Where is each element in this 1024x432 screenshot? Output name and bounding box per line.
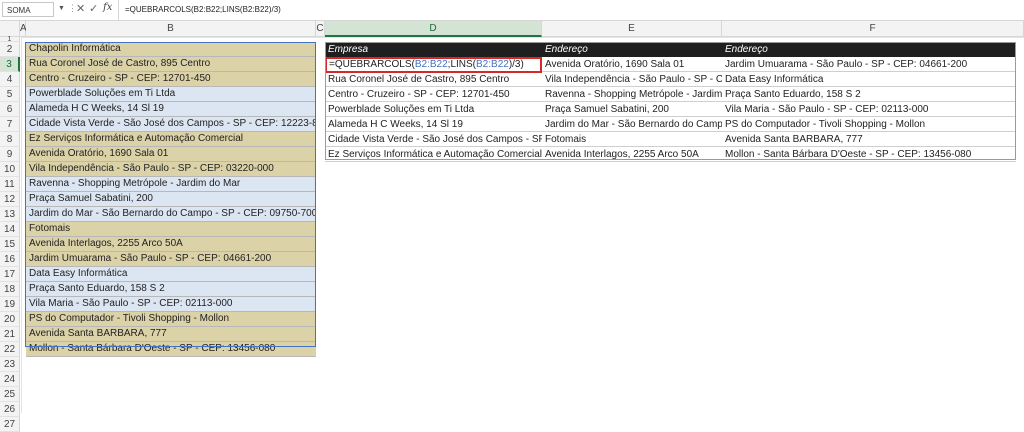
active-cell-d3[interactable]: =QUEBRARCOLS(B2:B22;LINS(B2:B22)/3) bbox=[325, 57, 542, 73]
table-cell-col_d[interactable]: Ez Serviços Informática e Automação Come… bbox=[325, 147, 542, 162]
column-header-e[interactable]: E bbox=[542, 21, 722, 37]
column-b-cell[interactable]: Praça Samuel Sabatini, 200 bbox=[26, 192, 316, 207]
row-header-23[interactable]: 23 bbox=[0, 357, 20, 372]
column-b-cell[interactable]: Vila Independência - São Paulo - SP - CE… bbox=[26, 162, 316, 177]
table-header-endereco-1: Endereço bbox=[542, 42, 722, 57]
row-header-17[interactable]: 17 bbox=[0, 267, 20, 282]
row-header-9[interactable]: 9 bbox=[0, 147, 20, 162]
name-box-dropdown-icon[interactable]: ▼ bbox=[58, 5, 65, 12]
formula-suffix: )/3) bbox=[508, 59, 524, 70]
row-header-5[interactable]: 5 bbox=[0, 87, 20, 102]
table-cell-col_e[interactable]: Praça Samuel Sabatini, 200 bbox=[542, 102, 722, 117]
row-header-20[interactable]: 20 bbox=[0, 312, 20, 327]
column-header-b[interactable]: B bbox=[26, 21, 316, 37]
table-cell-col_d[interactable]: Cidade Vista Verde - São José dos Campos… bbox=[325, 132, 542, 147]
row-header-7[interactable]: 7 bbox=[0, 117, 20, 132]
column-b-cell[interactable]: Ravenna - Shopping Metrópole - Jardim do… bbox=[26, 177, 316, 192]
insert-function-icon[interactable]: fx bbox=[103, 2, 112, 13]
column-b-cell[interactable]: Avenida Interlagos, 2255 Arco 50A bbox=[26, 237, 316, 252]
table-cell-col_d[interactable]: Powerblade Soluções em Ti Ltda bbox=[325, 102, 542, 117]
column-b-cell[interactable]: Powerblade Soluções em Ti Ltda bbox=[26, 87, 316, 102]
table-cell-col_e[interactable]: Fotomais bbox=[542, 132, 722, 147]
row-header-11[interactable]: 11 bbox=[0, 177, 20, 192]
row-header-22[interactable]: 22 bbox=[0, 342, 20, 357]
column-b-cell[interactable]: Data Easy Informática bbox=[26, 267, 316, 282]
formula-mid: ;LINS( bbox=[447, 59, 477, 70]
column-b-cell[interactable]: Jardim Umuarama - São Paulo - SP - CEP: … bbox=[26, 252, 316, 267]
select-all-corner[interactable] bbox=[0, 21, 20, 37]
row-header-12[interactable]: 12 bbox=[0, 192, 20, 207]
column-b-cell[interactable]: Praça Santo Eduardo, 158 S 2 bbox=[26, 282, 316, 297]
column-b-cell[interactable]: Avenida Oratório, 1690 Sala 01 bbox=[26, 147, 316, 162]
table-cell-col_e[interactable]: Avenida Oratório, 1690 Sala 01 bbox=[542, 57, 722, 72]
column-b-cell[interactable]: Cidade Vista Verde - São José dos Campos… bbox=[26, 117, 316, 132]
row-header-19[interactable]: 19 bbox=[0, 297, 20, 312]
column-b-cell[interactable]: Chapolin Informática bbox=[26, 42, 316, 57]
column-b-cell[interactable]: Ez Serviços Informática e Automação Come… bbox=[26, 132, 316, 147]
row-header-8[interactable]: 8 bbox=[0, 132, 20, 147]
column-b-cell[interactable]: PS do Computador - Tivoli Shopping - Mol… bbox=[26, 312, 316, 327]
table-cell-col_f[interactable]: Mollon - Santa Bárbara D'Oeste - SP - CE… bbox=[722, 147, 1016, 162]
column-b-cell[interactable]: Rua Coronel José de Castro, 895 Centro bbox=[26, 57, 316, 72]
confirm-icon[interactable]: ✓ bbox=[89, 2, 98, 15]
table-cell-col_d[interactable]: Centro - Cruzeiro - SP - CEP: 12701-450 bbox=[325, 87, 542, 102]
formula-input[interactable]: =QUEBRARCOLS(B2:B22;LINS(B2:B22)/3) bbox=[118, 0, 1024, 20]
row-header-24[interactable]: 24 bbox=[0, 372, 20, 387]
column-b-cell[interactable]: Alameda H C Weeks, 14 Sl 19 bbox=[26, 102, 316, 117]
formula-ref-1: B2:B22 bbox=[414, 59, 448, 70]
column-b-cell[interactable]: Centro - Cruzeiro - SP - CEP: 12701-450 bbox=[26, 72, 316, 87]
column-header-c[interactable]: C bbox=[316, 21, 325, 37]
table-cell-col_d[interactable]: Alameda H C Weeks, 14 Sl 19 bbox=[325, 117, 542, 132]
row-header-16[interactable]: 16 bbox=[0, 252, 20, 267]
column-b-cell[interactable]: Avenida Santa BARBARA, 777 bbox=[26, 327, 316, 342]
row-header-10[interactable]: 10 bbox=[0, 162, 20, 177]
table-cell-col_e[interactable]: Avenida Interlagos, 2255 Arco 50A bbox=[542, 147, 722, 162]
table-cell-col_f[interactable]: Jardim Umuarama - São Paulo - SP - CEP: … bbox=[722, 57, 1016, 72]
table-cell-col_e[interactable]: Jardim do Mar - São Bernardo do Campo bbox=[542, 117, 722, 132]
table-cell-col_f[interactable]: Vila Maria - São Paulo - SP - CEP: 02113… bbox=[722, 102, 1016, 117]
table-cell-col_f[interactable]: PS do Computador - Tivoli Shopping - Mol… bbox=[722, 117, 1016, 132]
column-b-cell[interactable]: Fotomais bbox=[26, 222, 316, 237]
row-header-15[interactable]: 15 bbox=[0, 237, 20, 252]
formula-bar: SOMA ▼ ⋮ ✕ ✓ fx =QUEBRARCOLS(B2:B22;LINS… bbox=[0, 0, 1024, 21]
row-header-27[interactable]: 27 bbox=[0, 417, 20, 432]
row-header-4[interactable]: 4 bbox=[0, 72, 20, 87]
column-b-cell[interactable]: Jardim do Mar - São Bernardo do Campo - … bbox=[26, 207, 316, 222]
formula-ref-2: B2:B22 bbox=[476, 59, 509, 70]
formula-prefix: =QUEBRARCOLS( bbox=[329, 59, 415, 70]
table-header-empresa: Empresa bbox=[325, 42, 542, 57]
row-header-25[interactable]: 25 bbox=[0, 387, 20, 402]
table-cell-col_f[interactable]: Data Easy Informática bbox=[722, 72, 1016, 87]
name-box[interactable]: SOMA bbox=[2, 2, 54, 17]
row-header-2[interactable]: 2 bbox=[0, 42, 20, 57]
table-cell-col_e[interactable]: Vila Independência - São Paulo - SP - CE… bbox=[542, 72, 722, 87]
table-cell-col_e[interactable]: Ravenna - Shopping Metrópole - Jardim d bbox=[542, 87, 722, 102]
row-header-21[interactable]: 21 bbox=[0, 327, 20, 342]
cancel-icon[interactable]: ✕ bbox=[76, 2, 85, 15]
row-header-14[interactable]: 14 bbox=[0, 222, 20, 237]
row-header-6[interactable]: 6 bbox=[0, 102, 20, 117]
row-header-13[interactable]: 13 bbox=[0, 207, 20, 222]
column-b-cell[interactable]: Mollon - Santa Bárbara D'Oeste - SP - CE… bbox=[26, 342, 316, 357]
row-header-18[interactable]: 18 bbox=[0, 282, 20, 297]
table-cell-col_f[interactable]: Avenida Santa BARBARA, 777 bbox=[722, 132, 1016, 147]
column-b-cell[interactable]: Vila Maria - São Paulo - SP - CEP: 02113… bbox=[26, 297, 316, 312]
row-header-3[interactable]: 3 bbox=[0, 57, 20, 72]
table-header-endereco-2: Endereço bbox=[722, 42, 1016, 57]
row-header-26[interactable]: 26 bbox=[0, 402, 20, 417]
column-header-f[interactable]: F bbox=[722, 21, 1024, 37]
table-cell-col_f[interactable]: Praça Santo Eduardo, 158 S 2 bbox=[722, 87, 1016, 102]
table-cell-col_d[interactable]: Rua Coronel José de Castro, 895 Centro bbox=[325, 72, 542, 87]
column-header-d[interactable]: D bbox=[325, 21, 542, 37]
